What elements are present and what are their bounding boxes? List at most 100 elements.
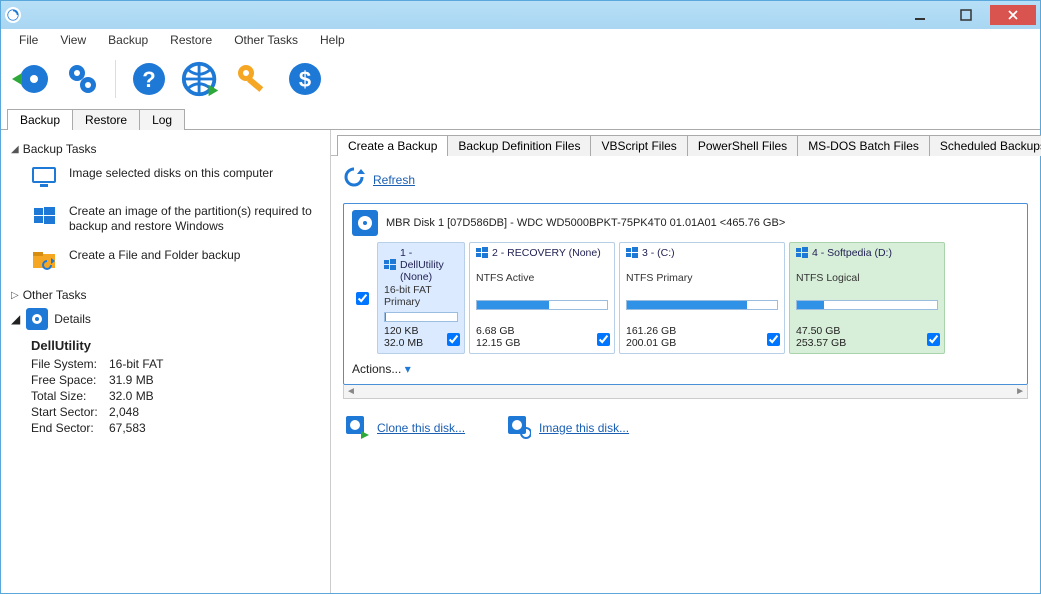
details-title: DellUtility: [31, 338, 320, 353]
details-label: Details: [54, 312, 91, 326]
task-label: Create an image of the partition(s) requ…: [69, 204, 320, 234]
menu-other-tasks[interactable]: Other Tasks: [224, 31, 308, 49]
subtab-scheduled[interactable]: Scheduled Backups: [929, 135, 1041, 156]
partition-row: 1 - DellUtility (None)16-bit FAT Primary…: [352, 242, 1019, 354]
actions-label: Actions...: [352, 362, 401, 376]
detail-row: Total Size:32.0 MB: [31, 389, 320, 403]
task-label: Create a File and Folder backup: [69, 248, 240, 263]
partition-type: NTFS Logical: [796, 272, 938, 284]
titlebar: [1, 1, 1040, 29]
image-disk-link[interactable]: Image this disk...: [539, 421, 629, 435]
disk-box: MBR Disk 1 [07D586DB] - WDC WD5000BPKT-7…: [343, 203, 1028, 385]
help-icon[interactable]: ?: [128, 58, 170, 100]
maximize-button[interactable]: [944, 5, 988, 25]
clone-disk-link[interactable]: Clone this disk...: [377, 421, 465, 435]
partition-sizes: 161.26 GB200.01 GB: [626, 325, 778, 349]
backup-tasks-label: Backup Tasks: [23, 142, 97, 156]
partition-4[interactable]: 4 - Softpedia (D:)NTFS Logical47.50 GB25…: [789, 242, 945, 354]
folder-refresh-icon: [31, 248, 59, 272]
detail-row: Free Space:31.9 MB: [31, 373, 320, 387]
menu-help[interactable]: Help: [310, 31, 355, 49]
settings-icon[interactable]: [61, 58, 103, 100]
backup-disk-icon[interactable]: [9, 58, 51, 100]
partition-sizes: 47.50 GB253.57 GB: [796, 325, 938, 349]
web-icon[interactable]: [180, 58, 222, 100]
toolbar: ? $: [1, 51, 1040, 106]
task-label: Image selected disks on this computer: [69, 166, 273, 181]
usage-bar: [476, 300, 608, 310]
svg-text:?: ?: [142, 67, 155, 92]
purchase-icon[interactable]: $: [284, 58, 326, 100]
partition-2[interactable]: 2 - RECOVERY (None) NTFS Active 6.68 GB12.…: [469, 242, 615, 354]
windows-flag-icon: [476, 247, 488, 259]
detail-row: File System:16-bit FAT: [31, 357, 320, 371]
toolbar-separator: [115, 60, 116, 98]
tab-restore[interactable]: Restore: [72, 109, 140, 130]
partition-type: NTFS Primary: [626, 272, 778, 284]
usage-bar: [796, 300, 938, 310]
other-tasks-label: Other Tasks: [23, 288, 87, 302]
task-image-windows[interactable]: Create an image of the partition(s) requ…: [9, 200, 320, 244]
partition-title: 2 - RECOVERY (None): [492, 247, 601, 259]
usage-bar: [384, 312, 458, 322]
detail-row: End Sector:67,583: [31, 421, 320, 435]
task-image-disks[interactable]: Image selected disks on this computer: [9, 162, 320, 200]
key-icon[interactable]: [232, 58, 274, 100]
windows-flag-icon: [626, 247, 638, 259]
partition-checkbox[interactable]: [767, 333, 780, 349]
subtab-batch[interactable]: MS-DOS Batch Files: [797, 135, 930, 156]
close-button[interactable]: [990, 5, 1036, 25]
refresh-icon[interactable]: [343, 166, 365, 193]
subtabs: Create a Backup Backup Definition Files …: [331, 130, 1040, 156]
partition-type: 16-bit FAT Primary: [384, 284, 458, 308]
partition-type: NTFS Active: [476, 272, 608, 284]
backup-tasks-header[interactable]: ◢ Backup Tasks: [11, 142, 320, 156]
horizontal-scrollbar[interactable]: ◄►: [343, 385, 1028, 399]
app-icon: [5, 7, 21, 23]
svg-text:$: $: [299, 67, 311, 92]
disk-header: MBR Disk 1 [07D586DB] - WDC WD5000BPKT-7…: [352, 210, 1019, 236]
partition-sizes: 6.68 GB12.15 GB: [476, 325, 608, 349]
tabbar: Backup Restore Log: [1, 106, 1040, 130]
menu-backup[interactable]: Backup: [98, 31, 158, 49]
caret-down-icon: ◢: [11, 312, 20, 326]
task-file-folder-backup[interactable]: Create a File and Folder backup: [9, 244, 320, 282]
actions-dropdown[interactable]: Actions... ▾: [352, 362, 1019, 376]
hdd-icon: [352, 210, 378, 236]
partition-checkbox[interactable]: [447, 333, 460, 349]
app-window: File View Backup Restore Other Tasks Hel…: [0, 0, 1041, 594]
image-disk-icon: [505, 413, 531, 442]
select-all-checkbox[interactable]: [352, 242, 373, 354]
tab-backup[interactable]: Backup: [7, 109, 73, 130]
detail-row: Start Sector:2,048: [31, 405, 320, 419]
image-disk-action[interactable]: Image this disk...: [505, 413, 629, 442]
menu-file[interactable]: File: [9, 31, 48, 49]
partition-3[interactable]: 3 - (C:)NTFS Primary161.26 GB200.01 GB: [619, 242, 785, 354]
subtab-definition-files[interactable]: Backup Definition Files: [447, 135, 591, 156]
disk-actions: Clone this disk... Image this disk...: [343, 413, 1028, 442]
subtab-create-backup[interactable]: Create a Backup: [337, 135, 448, 156]
usage-bar: [626, 300, 778, 310]
subtab-vbscript[interactable]: VBScript Files: [590, 135, 687, 156]
sidebar: ◢ Backup Tasks Image selected disks on t…: [1, 130, 331, 593]
menu-restore[interactable]: Restore: [160, 31, 222, 49]
clone-disk-action[interactable]: Clone this disk...: [343, 413, 465, 442]
windows-icon: [31, 204, 59, 228]
tab-log[interactable]: Log: [139, 109, 185, 130]
windows-flag-icon: [796, 247, 808, 259]
subtab-powershell[interactable]: PowerShell Files: [687, 135, 798, 156]
chevron-down-icon: ▾: [405, 362, 411, 376]
create-backup-pane: Refresh MBR Disk 1 [07D586DB] - WDC WD50…: [331, 156, 1040, 593]
refresh-row: Refresh: [343, 166, 1028, 193]
partition-title: 1 - DellUtility (None): [400, 247, 458, 283]
minimize-button[interactable]: [898, 5, 942, 25]
other-tasks-header[interactable]: ▷ Other Tasks: [11, 288, 320, 302]
partition-1[interactable]: 1 - DellUtility (None)16-bit FAT Primary…: [377, 242, 465, 354]
disk-header-text: MBR Disk 1 [07D586DB] - WDC WD5000BPKT-7…: [386, 217, 785, 229]
partition-checkbox[interactable]: [927, 333, 940, 349]
refresh-link[interactable]: Refresh: [373, 173, 415, 187]
partition-checkbox[interactable]: [597, 333, 610, 349]
details-header[interactable]: ◢ Details: [11, 308, 320, 330]
menu-view[interactable]: View: [50, 31, 96, 49]
clone-disk-icon: [343, 413, 369, 442]
